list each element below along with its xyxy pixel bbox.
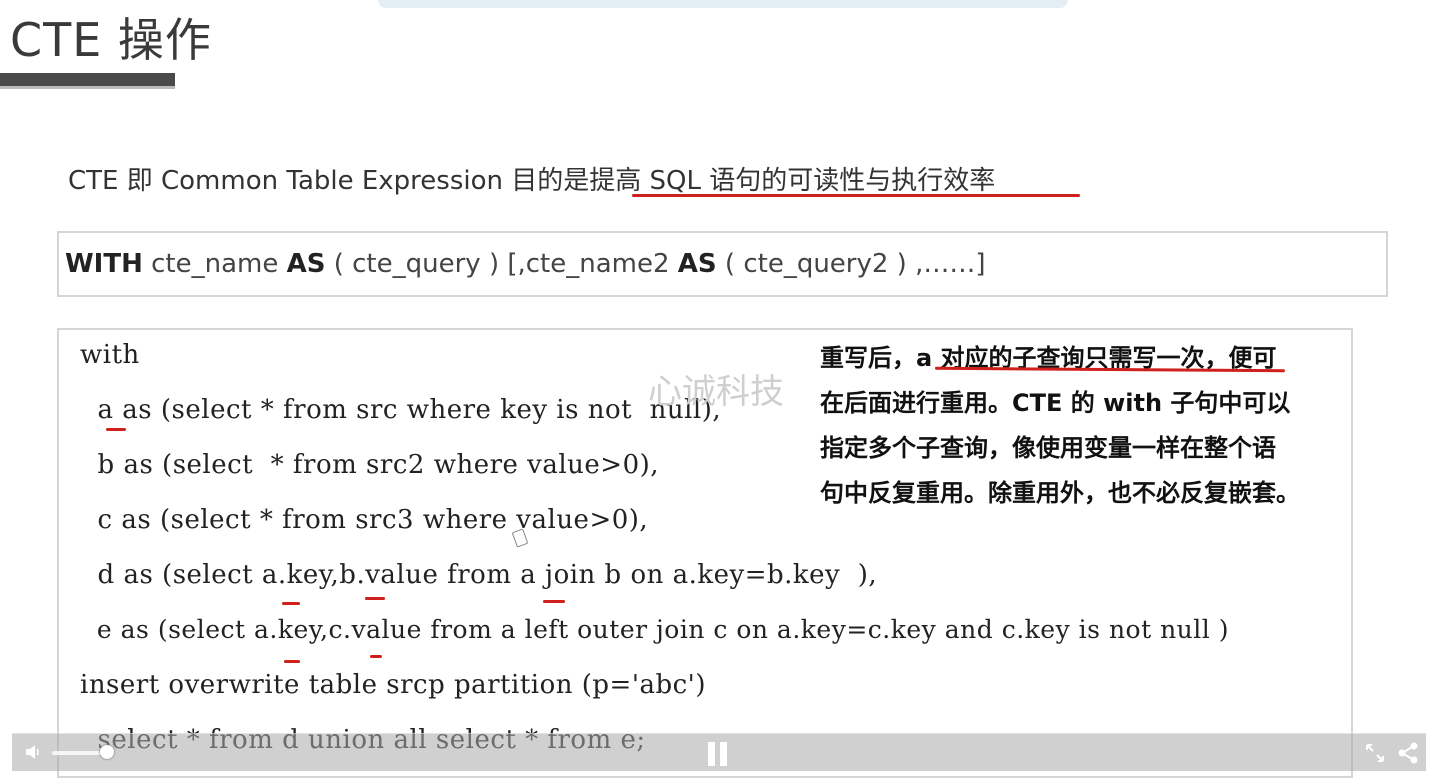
code-line: c as (select * from src3 where value>0), bbox=[80, 505, 649, 535]
annotation: 重写后，a 对应的子查询只需写一次，便可 在后面进行重用。CTE 的 with … bbox=[820, 336, 1420, 516]
highlight-mark-d-from-a bbox=[543, 600, 565, 603]
pause-button[interactable] bbox=[708, 742, 730, 766]
code-line: b as (select * from src2 where value>0), bbox=[80, 450, 660, 480]
slide-title: CTE 操作 bbox=[10, 13, 212, 67]
syntax-box: WITH cte_name AS ( cte_query ) [,cte_nam… bbox=[57, 231, 1388, 297]
code-line: e as (select a.key,c.value from a left o… bbox=[80, 615, 1229, 644]
code-line: d as (select a.key,b.value from a join b… bbox=[80, 560, 878, 590]
syntax-part-2: ( cte_query ) [,cte_name2 bbox=[325, 249, 678, 279]
pause-icon-bar bbox=[720, 742, 727, 766]
annotation-line: 在后面进行重用。CTE 的 with 子句中可以 bbox=[820, 389, 1291, 417]
highlight-mark-d-b bbox=[365, 597, 385, 600]
code-line: with bbox=[80, 340, 140, 370]
watermark: 心诚科技 bbox=[648, 372, 784, 412]
highlight-mark-e-a bbox=[284, 660, 300, 663]
highlight-mark-a bbox=[106, 428, 126, 431]
highlight-mark-e-c bbox=[370, 655, 382, 658]
syntax-kw-with: WITH bbox=[65, 249, 143, 279]
video-control-bar bbox=[12, 733, 1426, 771]
syntax-kw-as-1: AS bbox=[286, 249, 326, 279]
code-line: insert overwrite table srcp partition (p… bbox=[80, 670, 706, 700]
syntax-text: WITH cte_name AS ( cte_query ) [,cte_nam… bbox=[65, 249, 986, 279]
intro-text: CTE 即 Common Table Expression 目的是提高 SQL … bbox=[68, 166, 996, 196]
annotation-line: 重写后，a 对应的子查询只需写一次，便可 bbox=[820, 344, 1277, 372]
syntax-part-3: ( cte_query2 ) ,……] bbox=[716, 249, 986, 279]
share-icon[interactable] bbox=[1396, 741, 1420, 765]
volume-icon[interactable] bbox=[24, 743, 46, 763]
title-rule-shadow bbox=[0, 86, 175, 89]
annotation-line: 句中反复重用。除重用外，也不必反复嵌套。 bbox=[820, 479, 1300, 507]
code-line: a as (select * from src where key is not… bbox=[80, 395, 722, 425]
intro-underline bbox=[632, 194, 1080, 197]
fullscreen-icon[interactable] bbox=[1364, 742, 1386, 764]
pause-icon bbox=[708, 742, 715, 766]
syntax-kw-as-2: AS bbox=[677, 249, 717, 279]
top-decoration-bar bbox=[378, 0, 1068, 8]
annotation-line: 指定多个子查询，像使用变量一样在整个语 bbox=[820, 434, 1276, 462]
highlight-mark-d-a bbox=[282, 602, 300, 605]
syntax-part-1: cte_name bbox=[142, 249, 287, 279]
volume-slider-knob[interactable] bbox=[100, 745, 114, 759]
